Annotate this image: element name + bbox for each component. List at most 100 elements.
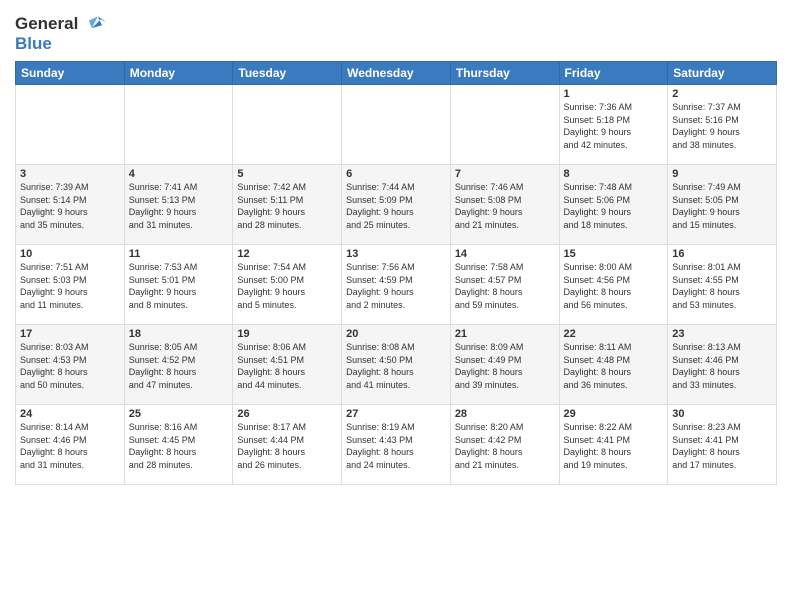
day-number: 29: [564, 408, 664, 420]
day-info: Sunrise: 7:51 AM Sunset: 5:03 PM Dayligh…: [20, 261, 120, 311]
calendar-cell: 10Sunrise: 7:51 AM Sunset: 5:03 PM Dayli…: [16, 245, 125, 325]
calendar-cell: 22Sunrise: 8:11 AM Sunset: 4:48 PM Dayli…: [559, 325, 668, 405]
calendar-table: SundayMondayTuesdayWednesdayThursdayFrid…: [15, 61, 777, 485]
calendar-cell: 2Sunrise: 7:37 AM Sunset: 5:16 PM Daylig…: [668, 85, 777, 165]
calendar-cell: [342, 85, 451, 165]
calendar-cell: 15Sunrise: 8:00 AM Sunset: 4:56 PM Dayli…: [559, 245, 668, 325]
day-info: Sunrise: 8:13 AM Sunset: 4:46 PM Dayligh…: [672, 341, 772, 391]
day-info: Sunrise: 7:54 AM Sunset: 5:00 PM Dayligh…: [237, 261, 337, 311]
day-info: Sunrise: 7:42 AM Sunset: 5:11 PM Dayligh…: [237, 181, 337, 231]
day-info: Sunrise: 7:53 AM Sunset: 5:01 PM Dayligh…: [129, 261, 229, 311]
calendar-cell: 12Sunrise: 7:54 AM Sunset: 5:00 PM Dayli…: [233, 245, 342, 325]
calendar-cell: 27Sunrise: 8:19 AM Sunset: 4:43 PM Dayli…: [342, 405, 451, 485]
day-info: Sunrise: 8:20 AM Sunset: 4:42 PM Dayligh…: [455, 421, 555, 471]
calendar-week-row: 24Sunrise: 8:14 AM Sunset: 4:46 PM Dayli…: [16, 405, 777, 485]
day-info: Sunrise: 8:14 AM Sunset: 4:46 PM Dayligh…: [20, 421, 120, 471]
calendar-cell: 16Sunrise: 8:01 AM Sunset: 4:55 PM Dayli…: [668, 245, 777, 325]
calendar-cell: 18Sunrise: 8:05 AM Sunset: 4:52 PM Dayli…: [124, 325, 233, 405]
day-info: Sunrise: 7:46 AM Sunset: 5:08 PM Dayligh…: [455, 181, 555, 231]
day-info: Sunrise: 8:08 AM Sunset: 4:50 PM Dayligh…: [346, 341, 446, 391]
calendar-cell: [450, 85, 559, 165]
day-of-week-header: Thursday: [450, 62, 559, 85]
logo: General Blue: [15, 14, 108, 53]
day-number: 24: [20, 408, 120, 420]
day-of-week-header: Wednesday: [342, 62, 451, 85]
day-info: Sunrise: 8:17 AM Sunset: 4:44 PM Dayligh…: [237, 421, 337, 471]
day-number: 14: [455, 248, 555, 260]
calendar-cell: [124, 85, 233, 165]
day-number: 13: [346, 248, 446, 260]
day-number: 21: [455, 328, 555, 340]
day-info: Sunrise: 7:41 AM Sunset: 5:13 PM Dayligh…: [129, 181, 229, 231]
logo-line2: Blue: [15, 34, 108, 54]
day-number: 2: [672, 88, 772, 100]
calendar-cell: 6Sunrise: 7:44 AM Sunset: 5:09 PM Daylig…: [342, 165, 451, 245]
calendar-cell: [233, 85, 342, 165]
calendar-cell: 3Sunrise: 7:39 AM Sunset: 5:14 PM Daylig…: [16, 165, 125, 245]
day-number: 3: [20, 168, 120, 180]
day-info: Sunrise: 8:01 AM Sunset: 4:55 PM Dayligh…: [672, 261, 772, 311]
day-number: 15: [564, 248, 664, 260]
day-number: 8: [564, 168, 664, 180]
day-number: 11: [129, 248, 229, 260]
day-info: Sunrise: 7:49 AM Sunset: 5:05 PM Dayligh…: [672, 181, 772, 231]
calendar-cell: 25Sunrise: 8:16 AM Sunset: 4:45 PM Dayli…: [124, 405, 233, 485]
day-number: 4: [129, 168, 229, 180]
day-number: 26: [237, 408, 337, 420]
day-info: Sunrise: 8:11 AM Sunset: 4:48 PM Dayligh…: [564, 341, 664, 391]
calendar-cell: 29Sunrise: 8:22 AM Sunset: 4:41 PM Dayli…: [559, 405, 668, 485]
day-number: 16: [672, 248, 772, 260]
day-info: Sunrise: 8:03 AM Sunset: 4:53 PM Dayligh…: [20, 341, 120, 391]
calendar-cell: 4Sunrise: 7:41 AM Sunset: 5:13 PM Daylig…: [124, 165, 233, 245]
day-number: 1: [564, 88, 664, 100]
calendar-cell: 9Sunrise: 7:49 AM Sunset: 5:05 PM Daylig…: [668, 165, 777, 245]
calendar-cell: 17Sunrise: 8:03 AM Sunset: 4:53 PM Dayli…: [16, 325, 125, 405]
day-info: Sunrise: 8:05 AM Sunset: 4:52 PM Dayligh…: [129, 341, 229, 391]
day-info: Sunrise: 7:36 AM Sunset: 5:18 PM Dayligh…: [564, 101, 664, 151]
header: General Blue: [15, 10, 777, 53]
calendar-cell: 28Sunrise: 8:20 AM Sunset: 4:42 PM Dayli…: [450, 405, 559, 485]
calendar-cell: 23Sunrise: 8:13 AM Sunset: 4:46 PM Dayli…: [668, 325, 777, 405]
day-info: Sunrise: 8:06 AM Sunset: 4:51 PM Dayligh…: [237, 341, 337, 391]
day-number: 20: [346, 328, 446, 340]
calendar-cell: 14Sunrise: 7:58 AM Sunset: 4:57 PM Dayli…: [450, 245, 559, 325]
calendar-cell: 13Sunrise: 7:56 AM Sunset: 4:59 PM Dayli…: [342, 245, 451, 325]
calendar-week-row: 3Sunrise: 7:39 AM Sunset: 5:14 PM Daylig…: [16, 165, 777, 245]
calendar-cell: 8Sunrise: 7:48 AM Sunset: 5:06 PM Daylig…: [559, 165, 668, 245]
day-info: Sunrise: 7:48 AM Sunset: 5:06 PM Dayligh…: [564, 181, 664, 231]
calendar-week-row: 1Sunrise: 7:36 AM Sunset: 5:18 PM Daylig…: [16, 85, 777, 165]
day-info: Sunrise: 7:37 AM Sunset: 5:16 PM Dayligh…: [672, 101, 772, 151]
day-number: 19: [237, 328, 337, 340]
calendar-cell: 24Sunrise: 8:14 AM Sunset: 4:46 PM Dayli…: [16, 405, 125, 485]
day-info: Sunrise: 8:09 AM Sunset: 4:49 PM Dayligh…: [455, 341, 555, 391]
calendar-cell: 5Sunrise: 7:42 AM Sunset: 5:11 PM Daylig…: [233, 165, 342, 245]
day-number: 6: [346, 168, 446, 180]
calendar-cell: 1Sunrise: 7:36 AM Sunset: 5:18 PM Daylig…: [559, 85, 668, 165]
calendar-week-row: 10Sunrise: 7:51 AM Sunset: 5:03 PM Dayli…: [16, 245, 777, 325]
calendar-cell: 7Sunrise: 7:46 AM Sunset: 5:08 PM Daylig…: [450, 165, 559, 245]
calendar-cell: 11Sunrise: 7:53 AM Sunset: 5:01 PM Dayli…: [124, 245, 233, 325]
day-number: 7: [455, 168, 555, 180]
day-info: Sunrise: 8:23 AM Sunset: 4:41 PM Dayligh…: [672, 421, 772, 471]
day-info: Sunrise: 8:16 AM Sunset: 4:45 PM Dayligh…: [129, 421, 229, 471]
day-number: 18: [129, 328, 229, 340]
day-number: 17: [20, 328, 120, 340]
day-info: Sunrise: 8:19 AM Sunset: 4:43 PM Dayligh…: [346, 421, 446, 471]
day-info: Sunrise: 7:44 AM Sunset: 5:09 PM Dayligh…: [346, 181, 446, 231]
day-number: 22: [564, 328, 664, 340]
calendar-week-row: 17Sunrise: 8:03 AM Sunset: 4:53 PM Dayli…: [16, 325, 777, 405]
calendar-cell: 21Sunrise: 8:09 AM Sunset: 4:49 PM Dayli…: [450, 325, 559, 405]
calendar-cell: 20Sunrise: 8:08 AM Sunset: 4:50 PM Dayli…: [342, 325, 451, 405]
day-number: 25: [129, 408, 229, 420]
calendar-cell: 26Sunrise: 8:17 AM Sunset: 4:44 PM Dayli…: [233, 405, 342, 485]
day-info: Sunrise: 8:00 AM Sunset: 4:56 PM Dayligh…: [564, 261, 664, 311]
calendar-cell: 19Sunrise: 8:06 AM Sunset: 4:51 PM Dayli…: [233, 325, 342, 405]
day-of-week-header: Tuesday: [233, 62, 342, 85]
calendar-body: 1Sunrise: 7:36 AM Sunset: 5:18 PM Daylig…: [16, 85, 777, 485]
day-number: 10: [20, 248, 120, 260]
logo-line1: General: [15, 14, 108, 34]
logo-bird-icon: [86, 12, 108, 34]
calendar-cell: 30Sunrise: 8:23 AM Sunset: 4:41 PM Dayli…: [668, 405, 777, 485]
day-of-week-header: Monday: [124, 62, 233, 85]
day-info: Sunrise: 7:56 AM Sunset: 4:59 PM Dayligh…: [346, 261, 446, 311]
